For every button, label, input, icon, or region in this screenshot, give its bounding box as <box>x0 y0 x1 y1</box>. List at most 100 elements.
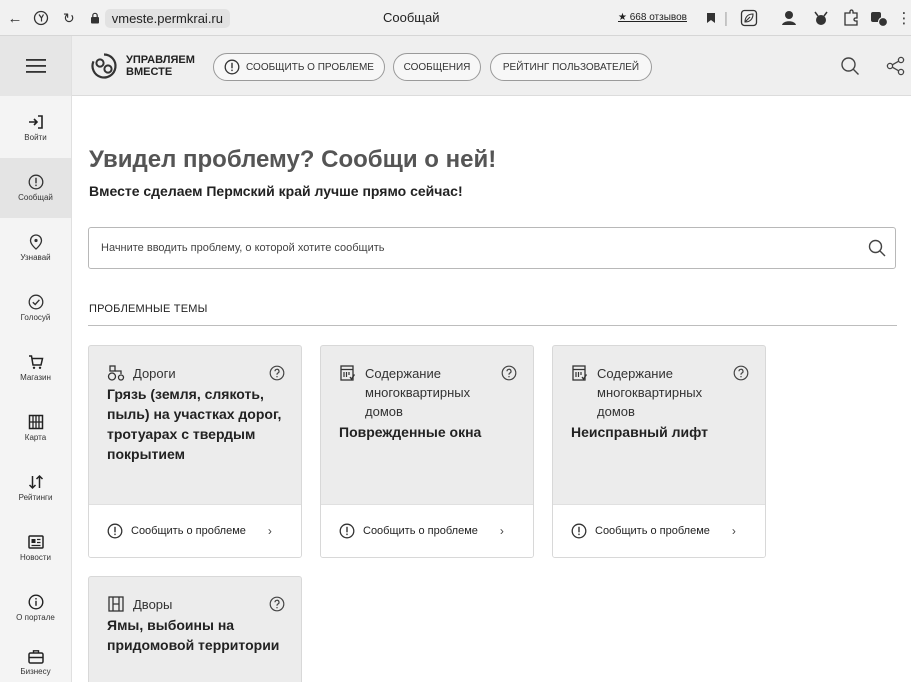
extension-person-icon[interactable] <box>776 0 802 36</box>
logo-text: УПРАВЛЯЕМ ВМЕСТЕ <box>126 54 202 78</box>
rail-item-business[interactable]: Бизнесу <box>0 632 71 682</box>
toolbar-divider: | <box>724 9 728 27</box>
extension-bull-icon[interactable] <box>808 0 834 36</box>
rail-label: Сообщай <box>18 193 53 202</box>
briefcase-icon <box>27 648 44 664</box>
page-subtitle: Вместе сделаем Пермский край лучше прямо… <box>89 183 463 199</box>
problem-card[interactable]: Дороги Грязь (земля, слякоть, пыль) на у… <box>88 345 302 558</box>
info-icon <box>27 594 44 610</box>
back-icon[interactable]: ← <box>4 0 26 36</box>
overflow-icon[interactable]: ⋮ <box>896 0 911 36</box>
yard-icon <box>107 595 125 613</box>
bookmark-icon[interactable] <box>700 0 722 36</box>
login-icon <box>28 114 44 130</box>
rail-label: Карта <box>24 433 47 442</box>
card-problem: Неисправный лифт <box>571 424 709 440</box>
rail-item-vote[interactable]: Голосуй <box>0 278 71 338</box>
rail-item-about[interactable]: О портале <box>0 578 71 638</box>
nav-label: СООБЩИТЬ О ПРОБЛЕМЕ <box>246 61 374 73</box>
card-category: Дороги <box>133 366 176 381</box>
rail-label: Новости <box>20 553 51 562</box>
rail-item-ratings[interactable]: Рейтинги <box>0 458 71 518</box>
action-label: Сообщить о проблеме <box>595 525 710 537</box>
hamburger-icon <box>25 59 46 73</box>
card-category: Содержание многоквартирных домов <box>597 366 703 419</box>
search-icon[interactable] <box>867 238 887 258</box>
help-icon[interactable] <box>269 596 285 612</box>
reload-icon[interactable]: ↻ <box>63 10 75 27</box>
help-icon[interactable] <box>269 365 285 381</box>
map-icon <box>28 414 44 430</box>
alert-icon <box>224 59 240 75</box>
news-icon <box>27 534 44 550</box>
alert-icon <box>339 523 355 539</box>
problem-card[interactable]: Содержание многоквартирных домов Поврежд… <box>320 345 534 558</box>
tractor-icon <box>107 364 125 382</box>
rail-label: О портале <box>16 613 55 622</box>
rail-item-report[interactable]: Сообщай <box>0 158 71 218</box>
site-logo[interactable]: УПРАВЛЯЕМ ВМЕСТЕ <box>90 52 202 80</box>
section-title: ПРОБЛЕМНЫЕ ТЕМЫ <box>89 303 208 315</box>
report-problem-link[interactable]: Сообщить о проблеме › <box>553 504 765 557</box>
header-search-icon[interactable] <box>838 54 862 78</box>
problem-card[interactable]: Содержание многоквартирных домов Неиспра… <box>552 345 766 558</box>
action-label: Сообщить о проблеме <box>131 525 246 537</box>
section-divider <box>88 325 897 326</box>
page-title: Увидел проблему? Сообщи о ней! <box>89 146 497 173</box>
card-problem: Ямы, выбоины на придомовой территории <box>107 617 280 653</box>
extension-leaf-icon[interactable] <box>736 0 762 36</box>
rail-label: Голосуй <box>20 313 51 322</box>
extension-pct-icon[interactable] <box>866 0 892 36</box>
menu-button[interactable] <box>0 36 71 96</box>
search-input[interactable] <box>101 228 841 268</box>
alert-icon <box>107 523 123 539</box>
share-icon[interactable] <box>884 54 908 78</box>
rail-item-map[interactable]: Карта <box>0 398 71 458</box>
rail-item-learn[interactable]: Узнавай <box>0 218 71 278</box>
nav-report-problem-button[interactable]: СООБЩИТЬ О ПРОБЛЕМЕ <box>213 53 385 81</box>
address-bar[interactable]: ↻ vmeste.permkrai.ru <box>63 8 230 28</box>
alert-icon <box>28 174 44 190</box>
rail-item-news[interactable]: Новости <box>0 518 71 578</box>
browser-toolbar: ← ↻ vmeste.permkrai.ru Сообщай ★ 668 отз… <box>0 0 911 36</box>
problem-search <box>88 227 896 269</box>
report-problem-link[interactable]: Сообщить о проблеме › <box>89 504 301 557</box>
nav-label: СООБЩЕНИЯ <box>403 61 471 73</box>
nav-user-rating-button[interactable]: РЕЙТИНГ ПОЛЬЗОВАТЕЛЕЙ <box>490 53 652 81</box>
cart-icon <box>28 354 44 370</box>
sort-icon <box>28 474 44 490</box>
rail-label: Бизнесу <box>20 667 51 676</box>
chevron-right-icon: › <box>499 524 504 538</box>
card-problem: Грязь (земля, слякоть, пыль) на участках… <box>107 386 282 462</box>
vote-icon <box>28 294 44 310</box>
nav-messages-button[interactable]: СООБЩЕНИЯ <box>393 53 481 81</box>
reviews-link[interactable]: ★ 668 отзывов <box>618 0 687 36</box>
help-icon[interactable] <box>501 365 517 381</box>
logo-line1: УПРАВЛЯЕМ <box>126 54 195 66</box>
chevron-right-icon: › <box>267 524 272 538</box>
url-text[interactable]: vmeste.permkrai.ru <box>104 8 230 28</box>
rail-label: Рейтинги <box>18 493 53 502</box>
extension-puzzle-icon[interactable] <box>838 0 864 36</box>
report-problem-link[interactable]: Сообщить о проблеме › <box>321 504 533 557</box>
rail-label: Узнавай <box>20 253 51 262</box>
site-header: УПРАВЛЯЕМ ВМЕСТЕ СООБЩИТЬ О ПРОБЛЕМЕ СОО… <box>72 36 911 96</box>
yandex-icon[interactable] <box>30 0 52 36</box>
rail-label: Войти <box>24 133 47 142</box>
logo-icon <box>91 53 117 79</box>
problem-card[interactable]: Дворы Ямы, выбоины на придомовой террито… <box>88 576 302 682</box>
rail-item-login[interactable]: Войти <box>0 98 71 158</box>
rail-item-shop[interactable]: Магазин <box>0 338 71 398</box>
building-icon <box>339 364 357 382</box>
logo-line2: ВМЕСТЕ <box>126 66 173 78</box>
alert-icon <box>571 523 587 539</box>
chevron-right-icon: › <box>731 524 736 538</box>
card-category: Содержание многоквартирных домов <box>365 366 471 419</box>
action-label: Сообщить о проблеме <box>363 525 478 537</box>
main-content: Увидел проблему? Сообщи о ней! Вместе сд… <box>72 96 911 682</box>
tab-title: Сообщай <box>383 10 440 25</box>
rail-label: Магазин <box>20 373 51 382</box>
help-icon[interactable] <box>733 365 749 381</box>
card-problem: Поврежденные окна <box>339 424 482 440</box>
card-category: Дворы <box>133 597 173 612</box>
